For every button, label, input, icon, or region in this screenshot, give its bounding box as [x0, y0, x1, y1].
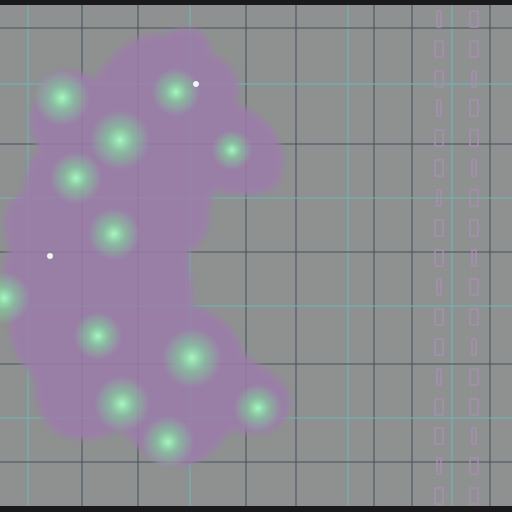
glyph-mark: [469, 487, 479, 505]
glyph-mark: [469, 10, 479, 28]
glyph-mark: [469, 218, 479, 237]
glyph-mark: [434, 159, 444, 178]
glyph-mark: [434, 39, 444, 58]
glow-icon: [234, 384, 282, 432]
glow-icon: [94, 376, 150, 432]
glyph-mark: [436, 188, 442, 207]
glyph-mark: [469, 397, 479, 416]
glyph-mark: [436, 99, 442, 118]
glyph-mark: [469, 99, 479, 118]
glow-icon: [162, 328, 222, 388]
glow-icon: [152, 68, 200, 116]
glyph-mark: [471, 337, 477, 356]
glyph-mark: [469, 188, 479, 207]
glyph-mark: [436, 278, 442, 297]
screen-frame: [0, 0, 512, 512]
glow-icon: [88, 208, 140, 260]
glyph-column-right: [463, 10, 485, 505]
glyph-mark: [434, 69, 444, 88]
glyph-mark: [469, 278, 479, 297]
glyph-mark: [434, 218, 444, 237]
glow-icon: [142, 416, 194, 468]
glyph-mark: [469, 39, 479, 58]
glyph-mark: [471, 427, 477, 446]
glow-icon: [50, 152, 102, 204]
glyph-column-left: [428, 10, 450, 505]
glyph-mark: [469, 129, 479, 148]
glyph-mark: [436, 367, 442, 386]
glow-icon: [34, 70, 90, 126]
glyph-mark: [469, 308, 479, 327]
glyph-mark: [434, 487, 444, 505]
speck-icon: [47, 253, 53, 259]
glyph-mark: [471, 69, 477, 88]
speck-icon: [193, 81, 199, 87]
glyph-mark: [469, 457, 479, 476]
glyph-mark: [471, 248, 477, 267]
glyph-mark: [436, 10, 442, 28]
glyph-mark: [436, 457, 442, 476]
glyph-mark: [434, 397, 444, 416]
glow-icon: [90, 110, 150, 170]
glow-icon: [74, 312, 122, 360]
glyph-mark: [434, 248, 444, 267]
grid-screen: [0, 0, 512, 512]
glyph-mark: [434, 129, 444, 148]
glyph-mark: [469, 367, 479, 386]
glyph-mark: [434, 337, 444, 356]
glyph-mark: [434, 427, 444, 446]
glow-icon: [212, 130, 252, 170]
frame-top-bar: [0, 0, 512, 5]
glyph-mark: [434, 308, 444, 327]
glyph-mark: [471, 159, 477, 178]
frame-bottom-bar: [0, 506, 512, 512]
